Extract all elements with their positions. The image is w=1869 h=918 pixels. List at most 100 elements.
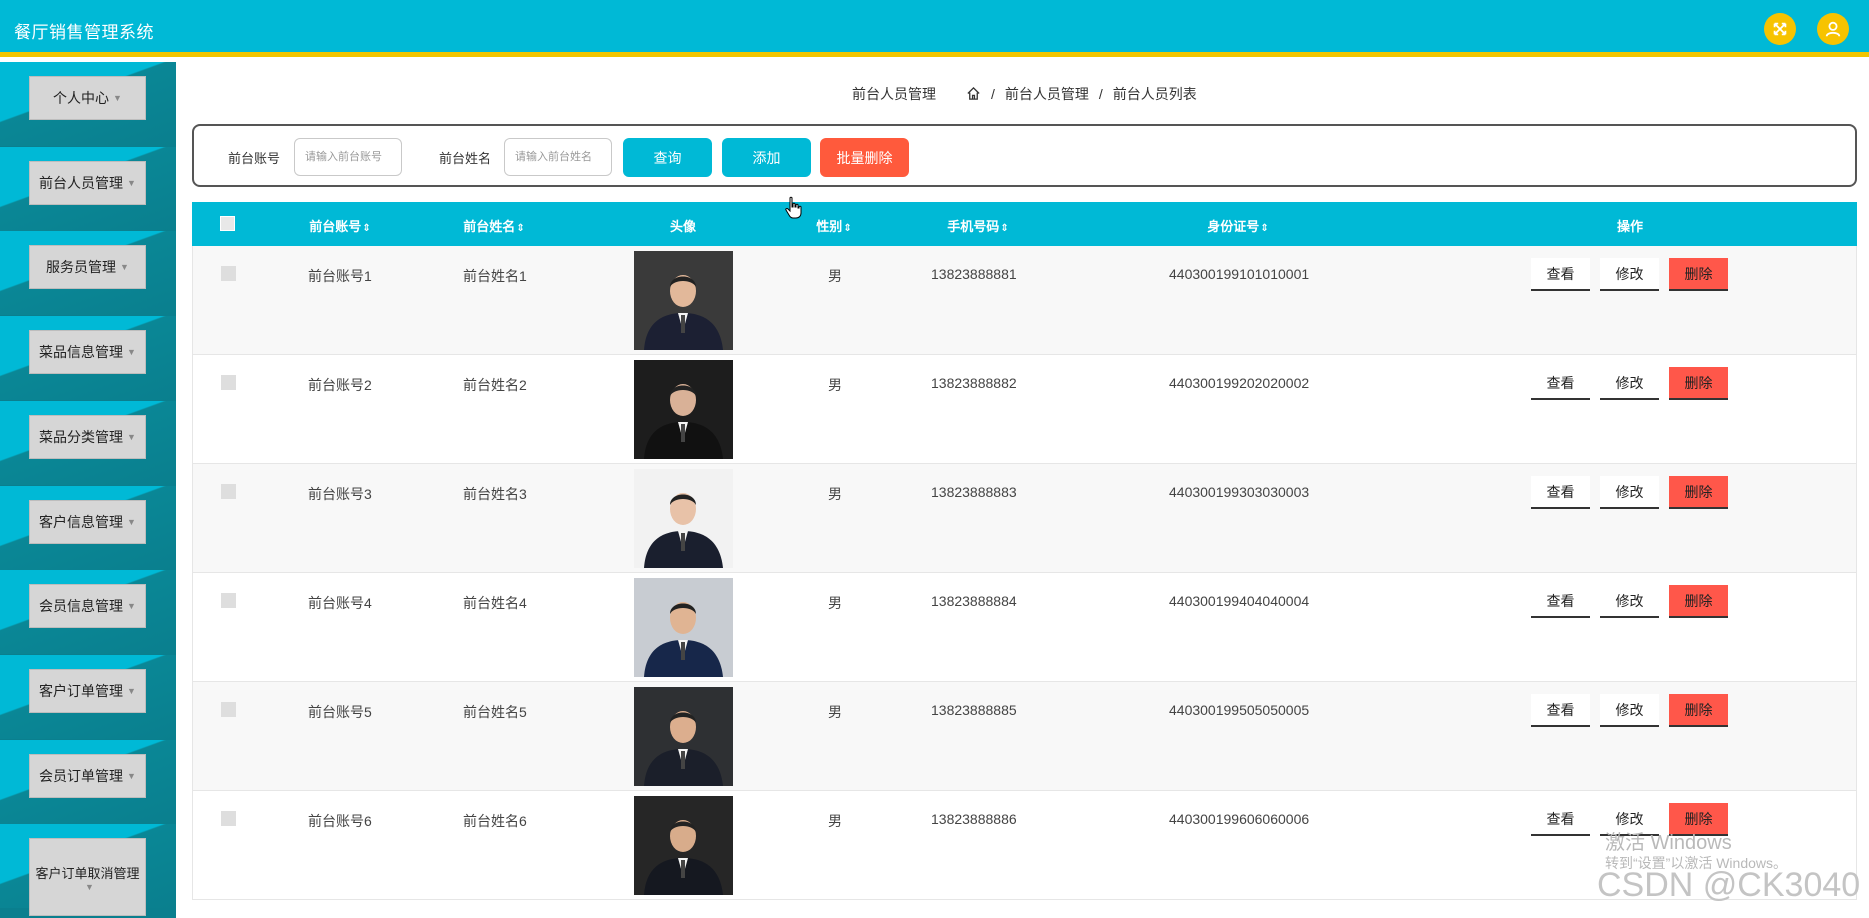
edit-button[interactable]: 修改	[1600, 476, 1659, 509]
sidebar-item[interactable]: 个人中心 ▼	[29, 76, 146, 120]
hand-cursor-icon	[785, 196, 802, 219]
idcard-cell: 440300199404040004	[1169, 593, 1310, 609]
avatar	[634, 796, 733, 895]
row-checkbox[interactable]	[221, 811, 236, 826]
breadcrumb-separator: /	[1098, 86, 1103, 102]
chevron-down-icon: ▼	[127, 177, 136, 188]
gender-cell: 男	[828, 595, 842, 611]
sidebar-menu-block: 会员订单管理 ▼	[0, 739, 176, 824]
col-phone[interactable]: 手机号码⇕	[947, 216, 1008, 235]
csdn-watermark: CSDN @CK3040	[1597, 866, 1861, 904]
user-button[interactable]	[1817, 13, 1849, 45]
sidebar-menu-block: 客户信息管理 ▼	[0, 485, 176, 570]
breadcrumb-item-manage[interactable]: 前台人员管理	[1005, 84, 1089, 104]
row-checkbox[interactable]	[221, 593, 236, 608]
sidebar-menu-block: 前台人员管理 ▼	[0, 146, 176, 231]
chevron-down-icon: ▼	[120, 262, 129, 273]
col-phone-label: 手机号码	[947, 219, 1000, 234]
view-button[interactable]: 查看	[1531, 258, 1590, 291]
edit-button[interactable]: 修改	[1600, 258, 1659, 291]
col-idcard-label: 身份证号	[1207, 219, 1260, 234]
view-button[interactable]: 查看	[1531, 803, 1590, 836]
sort-icon: ⇕	[1260, 223, 1269, 234]
col-avatar: 头像	[669, 219, 697, 234]
name-cell: 前台姓名1	[463, 268, 527, 284]
sidebar-item[interactable]: 菜品信息管理 ▼	[29, 330, 146, 375]
breadcrumb: 前台人员管理 / 前台人员管理 / 前台人员列表	[852, 84, 1197, 104]
table-row: 前台账号1 前台姓名1 男 13823888881 440300199101010001…	[192, 246, 1857, 355]
account-cell: 前台账号6	[308, 813, 372, 829]
table-row: 前台账号5 前台姓名5 男 13823888885 440300199505050005…	[192, 682, 1857, 791]
row-checkbox[interactable]	[221, 484, 236, 499]
avatar	[634, 251, 733, 350]
add-button[interactable]: 添加	[722, 138, 811, 177]
fullscreen-icon	[1773, 22, 1787, 36]
name-search-input[interactable]	[504, 138, 612, 176]
query-button[interactable]: 查询	[623, 138, 712, 177]
sidebar-item[interactable]: 会员信息管理 ▼	[29, 584, 146, 629]
batch-delete-button[interactable]: 批量删除	[820, 138, 909, 177]
view-button[interactable]: 查看	[1531, 585, 1590, 618]
account-cell: 前台账号1	[308, 268, 372, 284]
sidebar-item-label: 个人中心	[53, 90, 110, 106]
sort-icon: ⇕	[516, 223, 525, 234]
sidebar-item[interactable]: 会员订单管理 ▼	[29, 753, 146, 798]
sidebar-item[interactable]: 客户订单取消管理 ▼	[29, 838, 146, 917]
idcard-cell: 440300199303030003	[1169, 484, 1310, 500]
chevron-down-icon: ▼	[113, 93, 122, 103]
col-gender[interactable]: 性别⇕	[816, 216, 851, 235]
delete-button[interactable]: 删除	[1669, 367, 1728, 400]
delete-button[interactable]: 删除	[1669, 585, 1728, 618]
account-cell: 前台账号3	[308, 486, 372, 502]
delete-button[interactable]: 删除	[1669, 476, 1728, 509]
view-button[interactable]: 查看	[1531, 476, 1590, 509]
col-name[interactable]: 前台姓名⇕	[463, 216, 524, 235]
avatar	[634, 578, 733, 677]
table-row: 前台账号2 前台姓名2 男 13823888882 440300199202020002…	[192, 355, 1857, 464]
phone-cell: 13823888882	[931, 375, 1017, 391]
row-checkbox[interactable]	[221, 375, 236, 390]
app-title: 餐厅销售管理系统	[14, 23, 154, 42]
sidebar-item-label: 服务员管理	[46, 259, 117, 276]
user-icon	[1825, 21, 1841, 37]
phone-cell: 13823888885	[931, 702, 1017, 718]
table-row: 前台账号3 前台姓名3 男 13823888883 440300199303030003…	[192, 464, 1857, 573]
edit-button[interactable]: 修改	[1600, 694, 1659, 727]
idcard-cell: 440300199202020002	[1169, 375, 1310, 391]
sidebar-menu-block: 客户订单取消管理 ▼	[0, 824, 176, 917]
col-actions: 操作	[1616, 219, 1644, 234]
sidebar-menu-block: 菜品信息管理 ▼	[0, 316, 176, 401]
sidebar-item-label: 客户订单取消管理	[35, 865, 140, 881]
sidebar-item[interactable]: 客户订单管理 ▼	[29, 668, 146, 713]
account-search-input[interactable]	[294, 138, 402, 176]
chevron-down-icon: ▼	[127, 685, 136, 696]
delete-button[interactable]: 删除	[1669, 258, 1728, 291]
fullscreen-button[interactable]	[1764, 13, 1796, 45]
staff-table: 前台账号⇕ 前台姓名⇕ 头像 性别⇕ 手机号码⇕ 身份证号⇕ 操作 前台账号1 前…	[192, 202, 1857, 900]
row-checkbox[interactable]	[221, 266, 236, 281]
edit-button[interactable]: 修改	[1600, 585, 1659, 618]
delete-button[interactable]: 删除	[1669, 694, 1728, 727]
sidebar-item[interactable]: 客户信息管理 ▼	[29, 499, 146, 544]
avatar	[634, 469, 733, 568]
sidebar-item[interactable]: 前台人员管理 ▼	[29, 160, 146, 205]
sidebar-item[interactable]: 菜品分类管理 ▼	[29, 414, 146, 459]
sidebar-item-label: 前台人员管理	[39, 174, 124, 191]
idcard-cell: 440300199505050005	[1169, 702, 1310, 718]
col-account[interactable]: 前台账号⇕	[309, 216, 370, 235]
home-icon[interactable]	[966, 86, 981, 102]
sidebar-item[interactable]: 服务员管理 ▼	[29, 245, 146, 290]
sidebar-menu-block: 会员信息管理 ▼	[0, 570, 176, 655]
idcard-cell: 440300199101010001	[1169, 266, 1310, 282]
col-idcard[interactable]: 身份证号⇕	[1207, 216, 1268, 235]
select-all-checkbox[interactable]	[220, 216, 235, 231]
idcard-cell: 440300199606060006	[1169, 811, 1310, 827]
row-checkbox[interactable]	[221, 702, 236, 717]
account-cell: 前台账号2	[308, 377, 372, 393]
name-cell: 前台姓名3	[463, 486, 527, 502]
gender-cell: 男	[828, 704, 842, 720]
view-button[interactable]: 查看	[1531, 367, 1590, 400]
view-button[interactable]: 查看	[1531, 694, 1590, 727]
sidebar-menu-block: 服务员管理 ▼	[0, 231, 176, 316]
edit-button[interactable]: 修改	[1600, 367, 1659, 400]
